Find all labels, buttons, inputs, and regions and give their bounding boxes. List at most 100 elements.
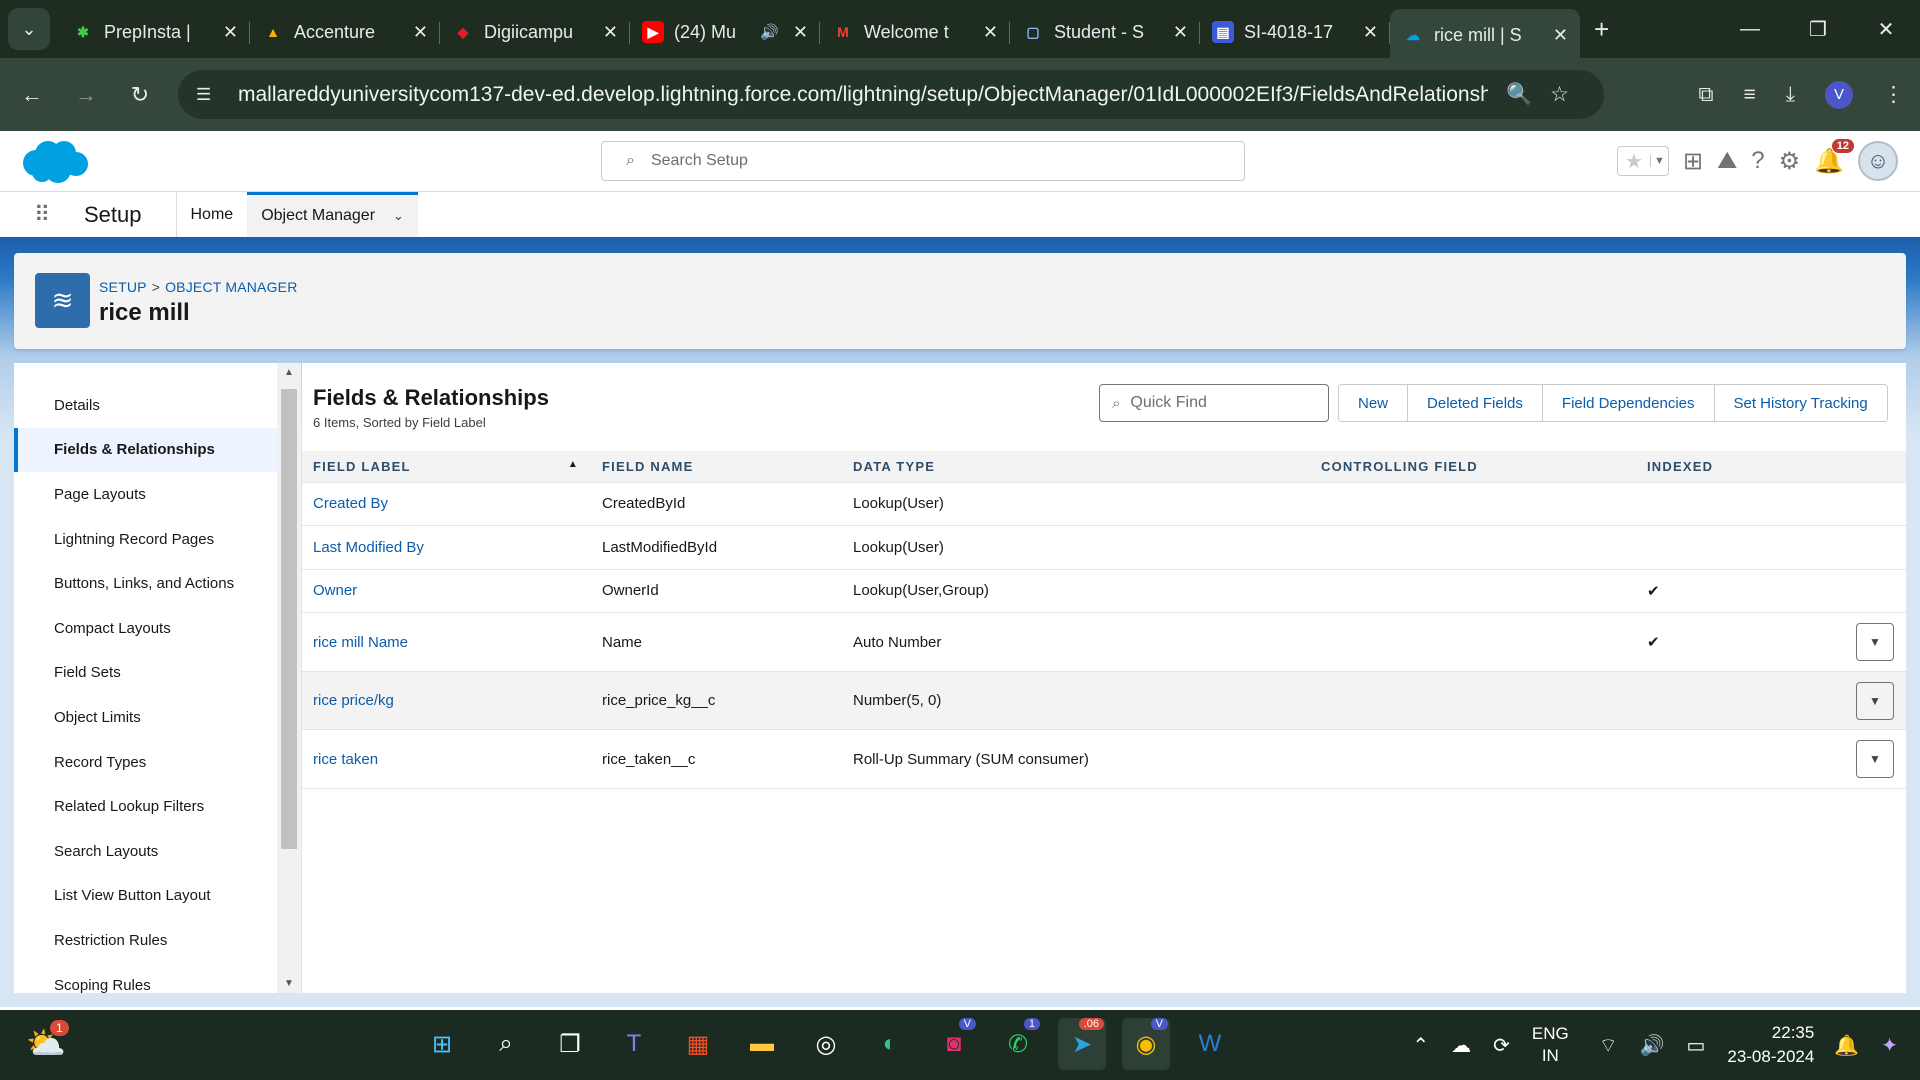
sidebar-item[interactable]: Object Limits (14, 695, 277, 740)
column-header-field-label[interactable]: FIELD LABEL ▲ (302, 451, 591, 483)
sidebar-item[interactable]: Search Layouts (14, 829, 277, 874)
breadcrumb-object-manager-link[interactable]: OBJECT MANAGER (165, 279, 297, 295)
table-row[interactable]: Owner OwnerId Lookup(User,Group) ✔ (302, 569, 1906, 614)
notifications-bell-icon[interactable]: 🔔 12 (1814, 138, 1854, 176)
breadcrumb-setup-link[interactable]: SETUP (99, 279, 147, 295)
address-bar[interactable]: ☰ mallareddyuniversitycom137-dev-ed.deve… (178, 70, 1604, 119)
row-actions-dropdown-button[interactable]: ▼ (1856, 623, 1894, 662)
new-field-button[interactable]: New (1339, 385, 1409, 421)
table-row[interactable]: rice price/kg rice_price_kg__c Number(5, 0… (302, 671, 1906, 731)
reload-button[interactable]: ↻ (118, 82, 162, 108)
media-control-icon[interactable]: ≡ (1743, 83, 1755, 107)
browser-tab[interactable]: ▤ SI-4018-17 ✕ (1200, 10, 1390, 54)
browser-tab[interactable]: ▢ Student - S ✕ (1010, 10, 1200, 54)
column-header-data-type[interactable]: DATA TYPE (842, 451, 1310, 483)
field-label-link[interactable]: Owner (302, 569, 591, 614)
sidebar-item[interactable]: List View Button Layout (14, 874, 277, 919)
favorites-dropdown-icon[interactable]: ▼ (1649, 155, 1668, 167)
sidebar-item[interactable]: Buttons, Links, and Actions (14, 561, 277, 606)
tab-close-icon[interactable]: ✕ (223, 22, 238, 43)
bookmark-star-icon[interactable]: ☆ (1550, 82, 1569, 107)
column-header-indexed[interactable]: INDEXED (1636, 451, 1816, 483)
sidebar-item[interactable]: Scoping Rules (14, 963, 277, 993)
clock[interactable]: 22:35 23-08-2024 (1727, 1021, 1814, 1069)
language-indicator[interactable]: ENG IN (1532, 1023, 1569, 1067)
battery-icon[interactable]: ▭ (1686, 1033, 1705, 1058)
search-setup-input[interactable]: ⌕ Search Setup (601, 141, 1245, 181)
restore-button[interactable]: ❐ (1784, 17, 1852, 42)
global-actions-icon[interactable]: ⊞ (1683, 147, 1703, 176)
microsoft-store-icon[interactable]: ▦ (674, 1018, 722, 1070)
sidebar-item[interactable]: Restriction Rules (14, 918, 277, 963)
user-avatar[interactable]: ☺ (1858, 141, 1898, 181)
sidebar-item[interactable]: Field Sets (14, 651, 277, 696)
favorites-button[interactable]: ★ ▼ (1616, 146, 1669, 176)
scroll-up-icon[interactable]: ▲ (277, 367, 301, 378)
tab-audio-icon[interactable]: 🔊 (760, 23, 779, 41)
scrollbar-thumb[interactable] (281, 389, 297, 849)
setup-gear-icon[interactable]: ⚙ (1779, 147, 1801, 176)
teams-icon[interactable]: T (610, 1018, 658, 1070)
back-button[interactable]: ← (10, 82, 54, 108)
downloads-icon[interactable]: ⤓ (1786, 83, 1795, 107)
chevron-down-icon[interactable]: ⌄ (393, 208, 404, 224)
field-label-link[interactable]: rice mill Name (302, 612, 591, 672)
wifi-icon[interactable]: ⌔ (1599, 1033, 1618, 1058)
tab-close-icon[interactable]: ✕ (793, 22, 808, 43)
search-icon[interactable]: ⌕ (482, 1018, 530, 1070)
table-row[interactable]: Created By CreatedById Lookup(User) (302, 482, 1906, 527)
field-label-link[interactable]: Created By (302, 482, 591, 527)
table-row[interactable]: rice taken rice_taken__c Roll-Up Summary (… (302, 729, 1906, 789)
minimize-button[interactable]: — (1716, 18, 1784, 41)
field-dependencies-button[interactable]: Field Dependencies (1542, 385, 1715, 421)
zoom-icon[interactable]: 🔍 (1506, 83, 1532, 107)
sidebar-item[interactable]: Details (14, 383, 277, 428)
table-row[interactable]: rice mill Name Name Auto Number ✔ ▼ (302, 612, 1906, 672)
word-icon[interactable]: W (1186, 1018, 1234, 1070)
sync-icon[interactable]: ⟳ (1493, 1033, 1510, 1058)
column-header-field-name[interactable]: FIELD NAME (591, 451, 842, 483)
field-label-link[interactable]: rice taken (302, 729, 591, 789)
instagram-icon[interactable]: ◙ V (930, 1018, 978, 1070)
scroll-down-icon[interactable]: ▼ (277, 978, 301, 989)
browser-tab[interactable]: ☁ rice mill | S ✕ (1390, 9, 1580, 61)
trailhead-icon[interactable]: ⛰ (1717, 147, 1737, 175)
onedrive-icon[interactable]: ☁ (1451, 1033, 1471, 1058)
show-hidden-icons-chevron-icon[interactable]: ⌃ (1412, 1033, 1429, 1058)
sidebar-item[interactable]: Fields & Relationships (14, 427, 277, 473)
quick-find-input[interactable]: ⌕ Quick Find (1099, 384, 1329, 422)
set-history-tracking-button[interactable]: Set History Tracking (1714, 385, 1887, 421)
favorites-star-icon[interactable]: ★ (1618, 149, 1650, 174)
extensions-icon[interactable]: ⧉ (1698, 83, 1713, 107)
sidebar-item[interactable]: Related Lookup Filters (14, 784, 277, 829)
browser-tab[interactable]: ▲ Accenture ✕ (250, 10, 440, 54)
close-window-button[interactable]: ✕ (1852, 17, 1920, 42)
sidebar-item[interactable]: Compact Layouts (14, 606, 277, 651)
sort-ascending-icon[interactable]: ▲ (568, 459, 579, 470)
edge-icon[interactable]: ◐ (866, 1018, 914, 1070)
task-view-icon[interactable]: ❐ (546, 1018, 594, 1070)
nav-home-tab[interactable]: Home (177, 192, 248, 237)
notification-bell-icon[interactable]: 🔔 (1834, 1033, 1859, 1058)
tab-close-icon[interactable]: ✕ (603, 22, 618, 43)
app-launcher-icon[interactable]: ⠿ (34, 202, 62, 228)
browser-tab[interactable]: ◆ Digiicampu ✕ (440, 10, 630, 54)
row-actions-dropdown-button[interactable]: ▼ (1856, 740, 1894, 779)
sidebar-item[interactable]: Lightning Record Pages (14, 517, 277, 562)
chrome-icon[interactable]: ◉ V (1122, 1018, 1170, 1070)
tab-close-icon[interactable]: ✕ (1363, 22, 1378, 43)
salesforce-logo-icon[interactable] (18, 137, 90, 185)
row-actions-dropdown-button[interactable]: ▼ (1856, 681, 1894, 720)
sidebar-item[interactable]: Page Layouts (14, 472, 277, 517)
sidebar-item[interactable]: Record Types (14, 740, 277, 785)
tab-search-button[interactable]: ⌄ (8, 8, 50, 50)
field-label-link[interactable]: Last Modified By (302, 525, 591, 570)
tab-close-icon[interactable]: ✕ (413, 22, 428, 43)
url-text[interactable]: mallareddyuniversitycom137-dev-ed.develo… (238, 83, 1488, 107)
start-menu-icon[interactable]: ⊞ (418, 1018, 466, 1070)
tab-close-icon[interactable]: ✕ (1173, 22, 1188, 43)
site-info-icon[interactable]: ☰ (196, 85, 226, 105)
file-explorer-icon[interactable]: ▬ (738, 1018, 786, 1070)
profile-avatar[interactable]: V (1825, 80, 1853, 109)
new-tab-button[interactable]: + (1594, 14, 1609, 45)
